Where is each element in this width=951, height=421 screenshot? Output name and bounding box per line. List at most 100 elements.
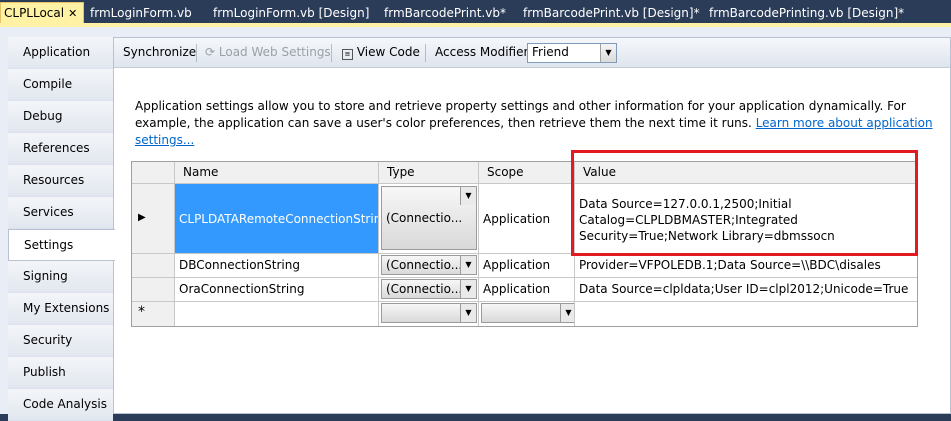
- setting-type-cell[interactable]: (Connectio... ▼: [379, 278, 479, 301]
- chevron-down-icon[interactable]: ▼: [460, 187, 476, 205]
- column-header-value[interactable]: Value: [575, 162, 917, 183]
- tab-label: frmLoginForm.vb [Design]: [213, 6, 370, 20]
- view-code-button[interactable]: ≡ View Code: [342, 45, 420, 60]
- nav-item-settings[interactable]: Settings: [8, 229, 115, 261]
- load-web-settings-icon: ⟳: [205, 45, 216, 59]
- toolbar-separator: [425, 44, 426, 62]
- close-icon[interactable]: ✕: [68, 7, 77, 20]
- nav-item-security[interactable]: Security: [8, 325, 113, 357]
- table-row[interactable]: DBConnectionString (Connectio... ▼ Appli…: [132, 254, 917, 278]
- row-selector[interactable]: *: [132, 302, 175, 326]
- tab-frmloginform-vb[interactable]: frmLoginForm.vb: [84, 4, 198, 24]
- nav-item-my-extensions[interactable]: My Extensions: [8, 293, 113, 325]
- tab-label: frmBarcodePrinting.vb [Design]*: [709, 6, 905, 20]
- column-header-scope[interactable]: Scope: [479, 162, 575, 183]
- new-row-marker: *: [138, 304, 145, 320]
- new-table-row[interactable]: * ▼ ▼: [132, 302, 917, 326]
- nav-item-label: Compile: [23, 77, 73, 91]
- new-scope-cell[interactable]: ▼: [479, 302, 575, 326]
- setting-name: OraConnectionString: [179, 282, 305, 296]
- chevron-down-icon[interactable]: ▼: [600, 44, 616, 62]
- access-modifier-value: Friend: [532, 45, 569, 59]
- type-combo[interactable]: (Connectio... ▼: [381, 279, 477, 299]
- column-header-name[interactable]: Name: [175, 162, 379, 183]
- tab-label: frmLoginForm.vb: [90, 6, 192, 20]
- type-value: (Connectio...: [386, 211, 463, 225]
- current-row-arrow-icon: ▶: [138, 212, 146, 223]
- nav-item-signing[interactable]: Signing: [8, 261, 113, 293]
- setting-scope-cell[interactable]: Application: [479, 184, 575, 253]
- chevron-down-icon[interactable]: ▼: [460, 280, 476, 298]
- row-selector[interactable]: ▶: [132, 184, 175, 253]
- synchronize-button[interactable]: Synchronize: [123, 45, 196, 59]
- document-tab-strip: CLPLLocal ✕ frmLoginForm.vb frmLoginForm.…: [0, 0, 951, 24]
- new-value-cell[interactable]: [575, 302, 917, 326]
- nav-item-label: Settings: [24, 238, 74, 252]
- column-header-type[interactable]: Type: [379, 162, 479, 183]
- setting-name-cell[interactable]: OraConnectionString: [175, 278, 379, 301]
- setting-value-cell[interactable]: Data Source=127.0.0.1,2500;Initial Catal…: [575, 184, 917, 253]
- table-row[interactable]: ▶ CLPLDATARemoteConnectionString (Connec…: [132, 184, 917, 254]
- nav-item-label: Services: [23, 205, 74, 219]
- type-combo[interactable]: ▼: [381, 303, 477, 323]
- type-value: (Connectio...: [386, 258, 463, 272]
- nav-item-label: Debug: [23, 109, 63, 123]
- type-combo[interactable]: (Connectio... ▼: [381, 255, 477, 275]
- nav-item-label: Publish: [23, 365, 66, 379]
- type-value: (Connectio...: [386, 282, 463, 296]
- row-selector[interactable]: [132, 254, 175, 277]
- setting-type-cell[interactable]: (Connectio... ▼: [379, 184, 479, 253]
- scope-combo[interactable]: ▼: [481, 303, 574, 323]
- nav-item-label: Application: [23, 45, 91, 59]
- tab-label: CLPLLocal: [4, 6, 65, 20]
- nav-item-label: Signing: [23, 269, 68, 283]
- tab-label: frmBarcodePrint.vb [Design]*: [523, 6, 700, 20]
- new-type-cell[interactable]: ▼: [379, 302, 479, 326]
- nav-item-publish[interactable]: Publish: [8, 357, 113, 389]
- setting-value: Data Source=127.0.0.1,2500;Initial Catal…: [579, 197, 835, 243]
- tab-frmbarcodeprint-vb[interactable]: frmBarcodePrint.vb*: [378, 4, 512, 24]
- access-modifier-label: Access Modifier:: [435, 45, 533, 59]
- tab-clpllocal[interactable]: CLPLLocal ✕: [0, 2, 85, 24]
- scope-value: Application: [483, 258, 551, 272]
- load-web-settings-label: Load Web Settings: [218, 45, 331, 59]
- access-modifier-select[interactable]: Friend ▼: [527, 43, 617, 63]
- settings-panel: Synchronize ⟳ Load Web Settings ≡ View C…: [113, 37, 951, 414]
- chevron-down-icon[interactable]: ▼: [460, 256, 476, 274]
- nav-item-debug[interactable]: Debug: [8, 101, 113, 133]
- nav-item-label: Resources: [23, 173, 85, 187]
- scope-value: Application: [483, 282, 551, 296]
- setting-value-cell[interactable]: Data Source=clpldata;User ID=clpl2012;Un…: [575, 278, 917, 301]
- setting-value: Data Source=clpldata;User ID=clpl2012;Un…: [579, 282, 909, 296]
- tab-frmbarcodeprint-design[interactable]: frmBarcodePrint.vb [Design]*: [517, 4, 706, 24]
- setting-name: CLPLDATARemoteConnectionString: [179, 212, 379, 226]
- project-designer: Application Compile Debug References Res…: [0, 27, 951, 421]
- setting-value-cell[interactable]: Provider=VFPOLEDB.1;Data Source=\\BDC\di…: [575, 254, 917, 277]
- setting-name-cell[interactable]: DBConnectionString: [175, 254, 379, 277]
- nav-item-references[interactable]: References: [8, 133, 113, 165]
- type-combo[interactable]: (Connectio... ▼: [381, 186, 477, 250]
- tab-frmloginform-design[interactable]: frmLoginForm.vb [Design]: [207, 4, 375, 24]
- settings-description: Application settings allow you to store …: [135, 98, 935, 149]
- tab-label: frmBarcodePrint.vb*: [384, 6, 506, 20]
- row-selector[interactable]: [132, 278, 175, 301]
- new-name-cell[interactable]: [175, 302, 379, 326]
- nav-item-code-analysis[interactable]: Code Analysis: [8, 389, 113, 421]
- nav-item-resources[interactable]: Resources: [8, 165, 113, 197]
- view-code-label: View Code: [356, 45, 420, 59]
- setting-scope-cell[interactable]: Application: [479, 254, 575, 277]
- table-row[interactable]: OraConnectionString (Connectio... ▼ Appl…: [132, 278, 917, 302]
- grid-header-row: Name Type Scope Value: [132, 162, 917, 184]
- setting-type-cell[interactable]: (Connectio... ▼: [379, 254, 479, 277]
- chevron-down-icon[interactable]: ▼: [560, 304, 574, 322]
- nav-item-compile[interactable]: Compile: [8, 69, 113, 101]
- view-code-icon: ≡: [342, 49, 353, 60]
- chevron-down-icon[interactable]: ▼: [460, 304, 476, 322]
- setting-scope-cell[interactable]: Application: [479, 278, 575, 301]
- load-web-settings-button[interactable]: ⟳ Load Web Settings: [205, 45, 331, 59]
- nav-item-label: Code Analysis: [23, 397, 107, 411]
- nav-item-application[interactable]: Application: [8, 37, 113, 69]
- nav-item-services[interactable]: Services: [8, 197, 113, 229]
- tab-frmbarcodeprinting-design[interactable]: frmBarcodePrinting.vb [Design]*: [703, 4, 910, 24]
- setting-name-cell[interactable]: CLPLDATARemoteConnectionString: [175, 184, 379, 253]
